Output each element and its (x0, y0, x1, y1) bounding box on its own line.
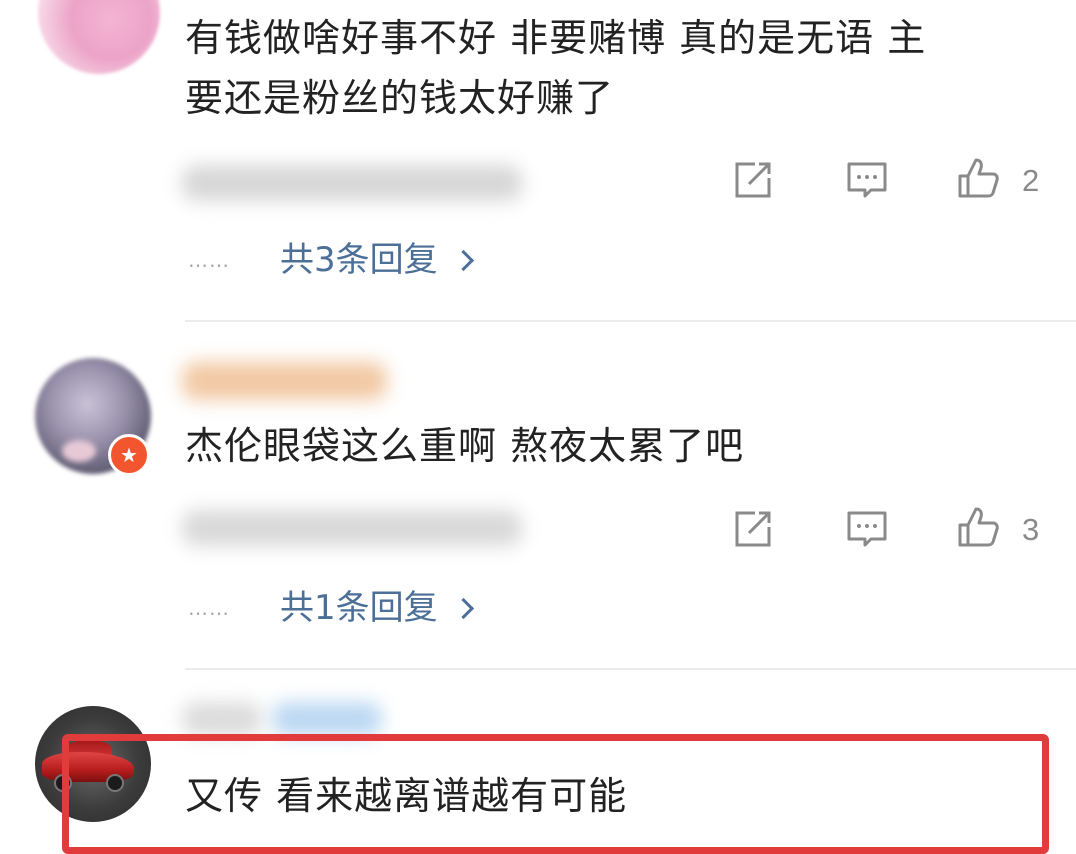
comment-text-line: 要还是粉丝的钱太好赚了 (185, 76, 615, 120)
view-replies-link[interactable]: 共3条回复 (280, 238, 474, 282)
like-count: 3 (1022, 512, 1040, 547)
like-icon[interactable] (956, 156, 1000, 200)
reply-dots: …… (188, 596, 230, 620)
blurred-meta (182, 510, 522, 546)
blurred-username (182, 702, 262, 736)
share-icon[interactable] (731, 158, 775, 202)
divider (185, 320, 1076, 322)
comment-text-line: 有钱做啥好事不好 非要赌博 真的是无语 主 (185, 16, 927, 60)
comment-text: 有钱做啥好事不好 非要赌博 真的是无语 主 要还是粉丝的钱太好赚了 (185, 8, 1045, 128)
chevron-right-icon (452, 597, 474, 619)
chevron-right-icon (452, 249, 474, 271)
comment-text: 杰伦眼袋这么重啊 熬夜太累了吧 (185, 424, 745, 468)
like-icon[interactable] (956, 505, 1000, 549)
blurred-username (272, 702, 382, 736)
comment-icon[interactable] (845, 158, 889, 202)
view-replies-label: 共1条回复 (280, 588, 438, 628)
divider (185, 668, 1076, 670)
blurred-username (182, 362, 387, 400)
blurred-meta (182, 165, 522, 201)
view-replies-label: 共3条回复 (280, 240, 438, 280)
highlight-box (62, 734, 1049, 854)
reply-dots: …… (188, 248, 230, 272)
share-icon[interactable] (731, 507, 775, 551)
vip-badge-icon: ★ (108, 434, 150, 476)
comment-icon[interactable] (845, 507, 889, 551)
avatar[interactable] (38, 0, 160, 74)
like-count: 2 (1022, 163, 1040, 198)
avatar-detail (62, 440, 96, 462)
view-replies-link[interactable]: 共1条回复 (280, 586, 474, 630)
